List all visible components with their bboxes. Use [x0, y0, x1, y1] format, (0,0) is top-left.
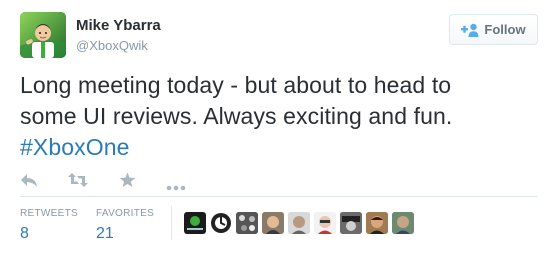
- favoriter-avatar[interactable]: [184, 212, 206, 234]
- retweets-stat[interactable]: RETWEETS 8: [20, 208, 78, 243]
- favoriter-avatar[interactable]: [262, 212, 284, 234]
- tweet-text-line-1: Long meeting today - but about to head t…: [20, 72, 452, 98]
- author-screen-name[interactable]: @XboxQwik: [76, 38, 148, 53]
- tweet-card: Mike Ybarra @XboxQwik Follow Long meetin…: [0, 0, 550, 258]
- follow-button[interactable]: Follow: [449, 14, 538, 45]
- favoriter-avatar[interactable]: [210, 212, 232, 234]
- retweets-count: 8: [20, 225, 29, 242]
- add-user-icon: [461, 23, 479, 37]
- favorites-count: 21: [96, 225, 114, 242]
- favoriter-avatar[interactable]: [288, 212, 310, 234]
- retweet-icon[interactable]: [68, 172, 88, 193]
- star-icon[interactable]: [119, 172, 136, 193]
- retweets-label: RETWEETS: [20, 208, 78, 219]
- favorites-stat[interactable]: FAVORITES 21: [96, 208, 154, 243]
- follow-button-label: Follow: [484, 22, 526, 37]
- reply-icon[interactable]: [20, 172, 38, 193]
- tweet-text: Long meeting today - but about to head t…: [20, 70, 540, 163]
- stats-separator: [171, 206, 172, 240]
- hashtag-link[interactable]: #XboxOne: [20, 134, 130, 160]
- favoriter-avatar[interactable]: [236, 212, 258, 234]
- author-display-name[interactable]: Mike Ybarra: [76, 17, 161, 34]
- author-avatar[interactable]: [20, 12, 66, 58]
- favorites-label: FAVORITES: [96, 208, 155, 219]
- favoriter-avatar[interactable]: [314, 212, 336, 234]
- xbox-avatar-icon: [20, 12, 66, 58]
- stats-divider: [20, 196, 538, 197]
- ellipsis-icon[interactable]: [166, 178, 186, 196]
- tweet-text-line-2: some UI reviews. Always exciting and fun…: [20, 103, 453, 129]
- favoriter-avatar[interactable]: [392, 212, 414, 234]
- favoriter-avatar[interactable]: [366, 212, 388, 234]
- favoriter-avatar[interactable]: [340, 212, 362, 234]
